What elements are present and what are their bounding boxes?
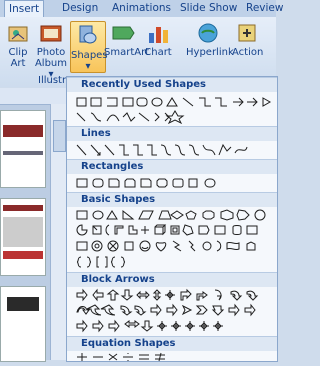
slide-thumbnail[interactable] bbox=[0, 286, 46, 362]
clip-art-icon bbox=[8, 26, 28, 42]
smartart-label: SmartArt bbox=[104, 47, 150, 58]
action-icon bbox=[238, 24, 256, 42]
smartart-button[interactable]: SmartArt bbox=[104, 21, 149, 58]
shape-row-basic-3[interactable] bbox=[75, 239, 275, 253]
section-header-block-arrows: Block Arrows bbox=[67, 272, 277, 287]
smartart-icon bbox=[112, 26, 135, 40]
tab-review[interactable]: Review bbox=[242, 0, 287, 17]
shapes-label: Shapes bbox=[71, 50, 108, 61]
section-header-basic-shapes: Basic Shapes bbox=[67, 192, 277, 207]
slide-thumbnail[interactable] bbox=[0, 198, 46, 276]
action-button[interactable]: Action bbox=[232, 21, 264, 58]
clip-art-label-2: Art bbox=[10, 58, 26, 69]
basic-shapes-icons-1 bbox=[76, 209, 266, 221]
shape-row-arrows-3[interactable] bbox=[75, 319, 275, 333]
shape-row-basic-4[interactable] bbox=[75, 255, 275, 269]
illustrations-group-label: Illustr bbox=[38, 75, 67, 86]
ribbon-tabs: Insert Design Animations Slide Show Revi… bbox=[0, 0, 283, 19]
scrollbar-thumb[interactable] bbox=[53, 120, 66, 152]
shape-row-arrows-2[interactable] bbox=[75, 303, 275, 317]
slide-thumbnail[interactable] bbox=[0, 110, 46, 188]
action-label: Action bbox=[232, 47, 264, 58]
photo-album-button[interactable]: Photo Album ▾ bbox=[34, 21, 68, 80]
rectangle-shapes-icons bbox=[76, 178, 216, 188]
clip-art-label-1: Clip bbox=[8, 47, 28, 58]
recent-shapes-icons bbox=[76, 97, 272, 107]
section-header-recent: Recently Used Shapes bbox=[67, 77, 277, 92]
tab-design[interactable]: Design bbox=[58, 0, 102, 17]
shapes-dropdown-icon: ▾ bbox=[85, 61, 91, 72]
hyperlink-button[interactable]: Hyperlink bbox=[186, 21, 234, 58]
shape-row-basic-1[interactable] bbox=[75, 208, 275, 222]
block-arrows-icons-1 bbox=[76, 288, 259, 302]
basic-shapes-icons-2 bbox=[76, 224, 258, 236]
block-arrows-icons-3 bbox=[76, 319, 223, 333]
slides-panel-header bbox=[0, 88, 66, 105]
section-header-equation-shapes: Equation Shapes bbox=[67, 336, 277, 351]
shape-row-equation[interactable] bbox=[75, 352, 275, 366]
shape-row-recent-1[interactable] bbox=[75, 95, 275, 109]
shapes-icon bbox=[79, 25, 97, 44]
shape-row-basic-2[interactable] bbox=[75, 223, 275, 237]
section-header-lines: Lines bbox=[67, 126, 277, 141]
chart-label: Chart bbox=[144, 47, 172, 58]
tab-slide-show[interactable]: Slide Show bbox=[176, 0, 241, 17]
basic-shapes-icons-4 bbox=[76, 256, 126, 268]
chart-button[interactable]: Chart bbox=[144, 21, 172, 58]
clip-art-button[interactable]: Clip Art bbox=[2, 21, 34, 69]
photo-album-icon bbox=[40, 25, 62, 42]
equation-shapes-icons bbox=[77, 352, 165, 362]
basic-shapes-icons-3 bbox=[76, 240, 256, 252]
shapes-button[interactable]: Shapes ▾ bbox=[70, 21, 108, 73]
shape-row-recent-2[interactable] bbox=[75, 110, 275, 124]
photo-album-label-1: Photo bbox=[36, 47, 66, 58]
shape-row-arrows-1[interactable] bbox=[75, 288, 275, 302]
hyperlink-label: Hyperlink bbox=[186, 47, 234, 58]
recent-shapes-icons-2 bbox=[76, 110, 185, 124]
shapes-gallery-menu: Recently Used Shapes Lines Rectangles Ba… bbox=[66, 76, 278, 362]
slides-scrollbar[interactable] bbox=[50, 104, 66, 360]
shape-row-rectangles[interactable] bbox=[75, 176, 275, 190]
section-header-rectangles: Rectangles bbox=[67, 159, 277, 174]
chart-icon bbox=[149, 27, 168, 43]
slides-panel bbox=[0, 88, 66, 362]
line-shapes-icons bbox=[76, 143, 248, 156]
shape-row-lines[interactable] bbox=[75, 143, 275, 157]
hyperlink-globe-icon bbox=[198, 23, 218, 43]
block-arrows-icons-2 bbox=[76, 303, 256, 317]
tab-animations[interactable]: Animations bbox=[108, 0, 175, 17]
